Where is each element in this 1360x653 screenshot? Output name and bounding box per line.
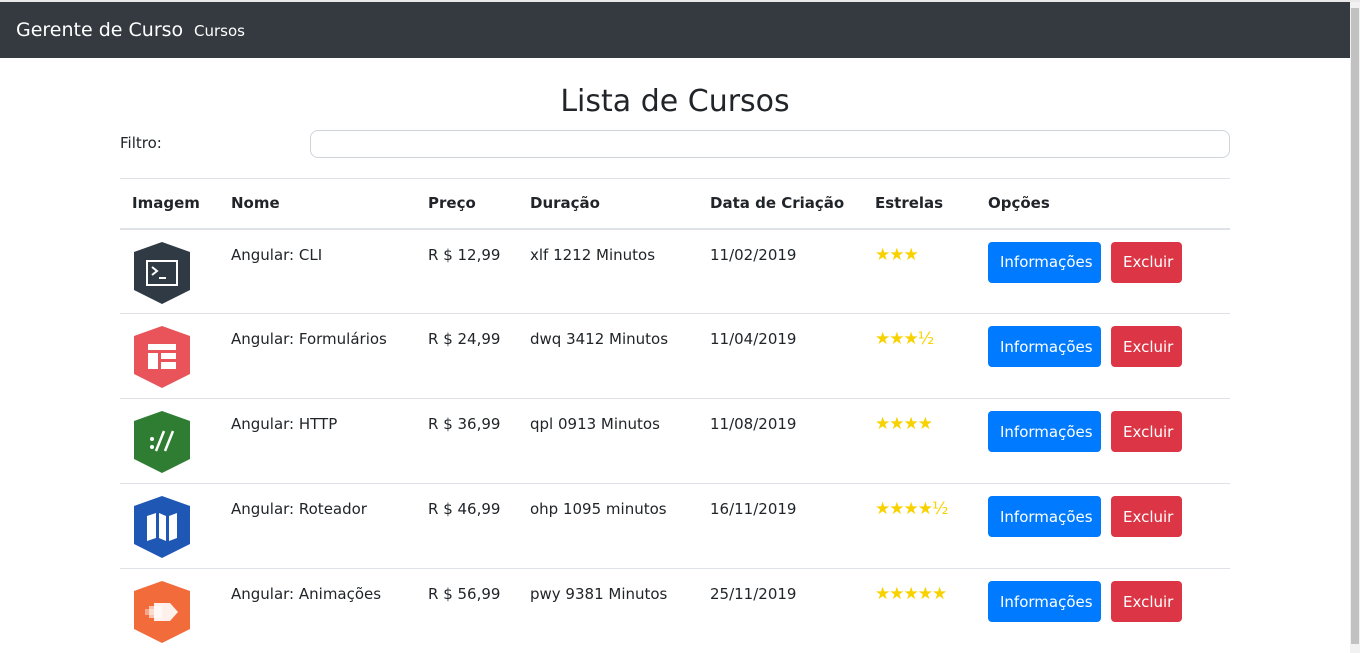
star-rating: ★★★★ — [875, 414, 933, 434]
course-date: 11/02/2019 — [698, 228, 863, 314]
nav-link-cursos[interactable]: Cursos — [194, 22, 245, 40]
angular-router-icon — [134, 496, 190, 558]
course-date: 11/08/2019 — [698, 398, 863, 484]
angular-forms-icon — [134, 326, 190, 388]
filter-input[interactable] — [310, 130, 1230, 158]
image-cell — [120, 398, 219, 484]
options-cell: Informações Excluir — [976, 228, 1230, 314]
options-cell: Informações Excluir — [976, 398, 1230, 484]
star-rating: ★★★★★ — [875, 584, 947, 604]
courses-table: Imagem Nome Preço Duração Data de Criaçã… — [120, 178, 1230, 653]
course-duration: dwq 3412 Minutos — [518, 313, 698, 399]
info-button[interactable]: Informações — [988, 241, 1101, 283]
course-date: 16/11/2019 — [698, 483, 863, 569]
delete-button[interactable]: Excluir — [1111, 581, 1182, 622]
options-cell: Informações Excluir — [976, 313, 1230, 399]
options-cell: Informações Excluir — [976, 568, 1230, 653]
table-row: Angular: HTTP R $ 36,99 qpl 0913 Minutos… — [120, 398, 1230, 484]
options-cell: Informações Excluir — [976, 483, 1230, 569]
header-opcoes: Opções — [976, 178, 1230, 230]
delete-button[interactable]: Excluir — [1111, 496, 1182, 537]
course-price: R $ 36,99 — [416, 398, 518, 484]
angular-cli-icon — [134, 241, 190, 304]
table-row: Angular: Roteador R $ 46,99 ohp 1095 min… — [120, 483, 1230, 569]
rating-cell: ★★★★ — [863, 398, 976, 484]
vertical-scrollbar[interactable] — [1350, 2, 1360, 653]
course-name: Angular: CLI — [219, 228, 416, 314]
navbar-brand[interactable]: Gerente de Curso — [16, 19, 183, 41]
table-header-row: Imagem Nome Preço Duração Data de Criaçã… — [120, 178, 1230, 230]
rating-cell: ★★★ — [863, 228, 976, 314]
table-row: Angular: Animações R $ 56,99 pwy 9381 Mi… — [120, 568, 1230, 653]
angular-http-icon — [134, 411, 190, 473]
course-price: R $ 12,99 — [416, 228, 518, 314]
header-preco: Preço — [416, 178, 518, 230]
image-cell — [120, 313, 219, 399]
image-cell — [120, 568, 219, 653]
star-rating: ★★★½ — [875, 329, 934, 349]
delete-button[interactable]: Excluir — [1111, 411, 1182, 452]
course-name: Angular: HTTP — [219, 398, 416, 484]
table-row: Angular: CLI R $ 12,99 xlf 1212 Minutos … — [120, 228, 1230, 314]
header-data-criacao: Data de Criação — [698, 178, 863, 230]
info-button[interactable]: Informações — [988, 581, 1101, 622]
table-row: Angular: Formulários R $ 24,99 dwq 3412 … — [120, 313, 1230, 399]
course-date: 25/11/2019 — [698, 568, 863, 653]
image-cell — [120, 228, 219, 314]
rating-cell: ★★★★½ — [863, 483, 976, 569]
header-imagem: Imagem — [120, 178, 219, 230]
course-duration: qpl 0913 Minutos — [518, 398, 698, 484]
page-title: Lista de Cursos — [560, 84, 790, 119]
delete-button[interactable]: Excluir — [1111, 241, 1182, 283]
angular-animations-icon — [134, 581, 190, 643]
course-price: R $ 56,99 — [416, 568, 518, 653]
scrollbar-thumb[interactable] — [1351, 8, 1359, 644]
info-button[interactable]: Informações — [988, 326, 1101, 367]
course-price: R $ 24,99 — [416, 313, 518, 399]
course-duration: pwy 9381 Minutos — [518, 568, 698, 653]
filter-label: Filtro: — [120, 134, 162, 152]
info-button[interactable]: Informações — [988, 496, 1101, 537]
info-button[interactable]: Informações — [988, 411, 1101, 452]
course-duration: ohp 1095 minutos — [518, 483, 698, 569]
course-name: Angular: Animações — [219, 568, 416, 653]
course-duration: xlf 1212 Minutos — [518, 228, 698, 314]
navbar: Gerente de Curso Cursos — [0, 2, 1350, 58]
header-duracao: Duração — [518, 178, 698, 230]
course-date: 11/04/2019 — [698, 313, 863, 399]
star-rating: ★★★ — [875, 244, 919, 265]
course-name: Angular: Formulários — [219, 313, 416, 399]
rating-cell: ★★★★★ — [863, 568, 976, 653]
header-nome: Nome — [219, 178, 416, 230]
course-name: Angular: Roteador — [219, 483, 416, 569]
image-cell — [120, 483, 219, 569]
star-rating: ★★★★½ — [875, 499, 948, 519]
rating-cell: ★★★½ — [863, 313, 976, 399]
header-estrelas: Estrelas — [863, 178, 976, 230]
course-price: R $ 46,99 — [416, 483, 518, 569]
delete-button[interactable]: Excluir — [1111, 326, 1182, 367]
